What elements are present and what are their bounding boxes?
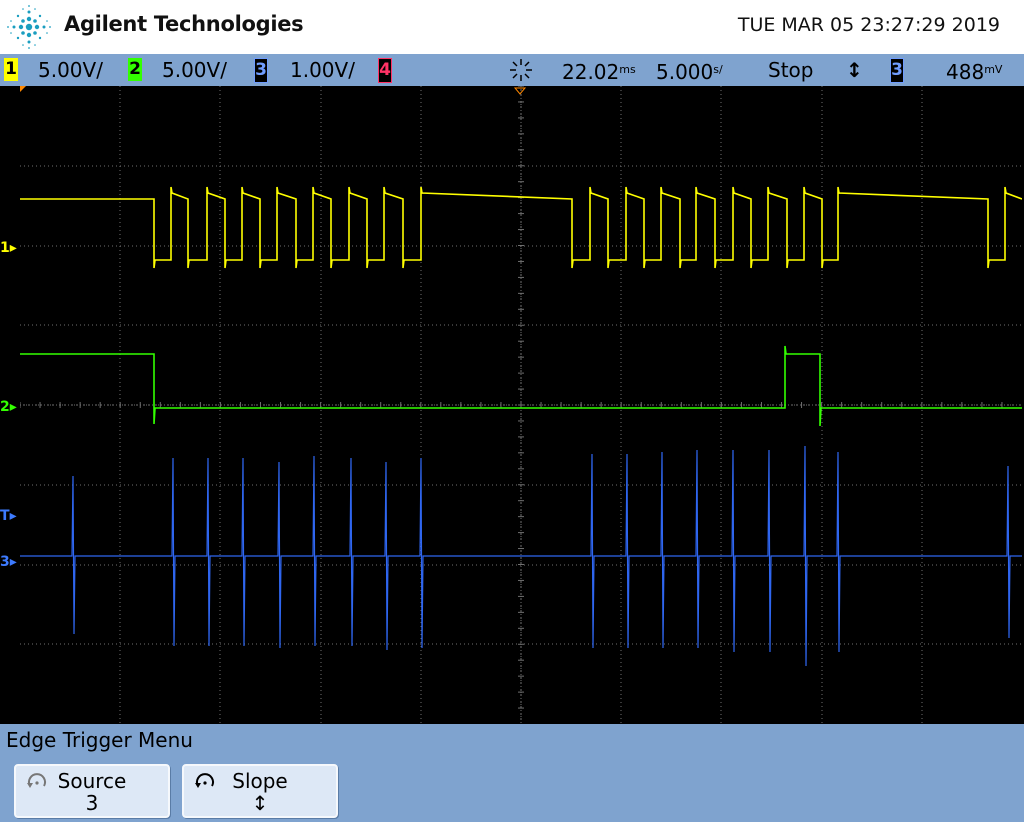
- channel-3-badge[interactable]: 3: [254, 58, 268, 83]
- channel-2-badge[interactable]: 2: [128, 58, 142, 81]
- trigger-level: 488mV: [946, 57, 1002, 85]
- trigger-slope-icon: ↕: [846, 58, 863, 82]
- time-delay: 22.02ms: [562, 57, 636, 85]
- trigger-level-value: 488: [946, 60, 985, 84]
- slope-softkey[interactable]: Slope ↕: [182, 764, 338, 818]
- softkey-menu: Edge Trigger Menu Source 3 Slope ↕: [0, 724, 1024, 822]
- time-delay-value: 22.02: [562, 60, 620, 84]
- channel-1-scale: 5.00V/: [38, 58, 103, 82]
- agilent-spark-logo-icon: [7, 5, 51, 49]
- waveform-display[interactable]: [20, 86, 1022, 724]
- source-value: 3: [85, 791, 99, 815]
- horizontal-delay-icon: [510, 59, 532, 81]
- ch1-ground-marker[interactable]: 1▸: [0, 240, 17, 256]
- time-scale-unit: s/: [713, 63, 723, 76]
- trigger-level-unit: mV: [984, 63, 1003, 76]
- status-bar: 1 5.00V/ 2 5.00V/ 3 1.00V/ 4 22.02ms 5.0…: [0, 54, 1024, 86]
- slope-label: Slope: [232, 769, 288, 793]
- left-edge-marker: [20, 86, 26, 92]
- trigger-position-marker[interactable]: [513, 87, 527, 95]
- channel-marker-strip: 1▸ 2▸ T▸ 3▸: [0, 86, 20, 724]
- slope-value: ↕: [251, 791, 269, 815]
- time-scale-value: 5.000: [656, 60, 714, 84]
- source-label: Source: [57, 769, 127, 793]
- header: Agilent Technologies TUE MAR 05 23:27:29…: [0, 0, 1024, 54]
- menu-title: Edge Trigger Menu: [6, 728, 193, 752]
- trigger-level-marker[interactable]: T▸: [0, 508, 17, 524]
- ch3-ground-marker[interactable]: 3▸: [0, 554, 17, 570]
- trigger-source-badge: 3: [890, 58, 904, 83]
- channel-3-scale: 1.00V/: [290, 58, 355, 82]
- graticule: [20, 86, 1022, 724]
- brand-name: Agilent Technologies: [64, 12, 304, 36]
- channel-1-badge[interactable]: 1: [4, 58, 18, 81]
- ch2-ground-marker[interactable]: 2▸: [0, 399, 17, 415]
- time-delay-unit: ms: [619, 63, 636, 76]
- channel-2-scale: 5.00V/: [162, 58, 227, 82]
- channel-4-badge[interactable]: 4: [378, 58, 392, 83]
- run-state: Stop: [768, 58, 814, 82]
- date-time: TUE MAR 05 23:27:29 2019: [737, 14, 1000, 36]
- time-scale: 5.000s/: [656, 57, 723, 85]
- source-softkey[interactable]: Source 3: [14, 764, 170, 818]
